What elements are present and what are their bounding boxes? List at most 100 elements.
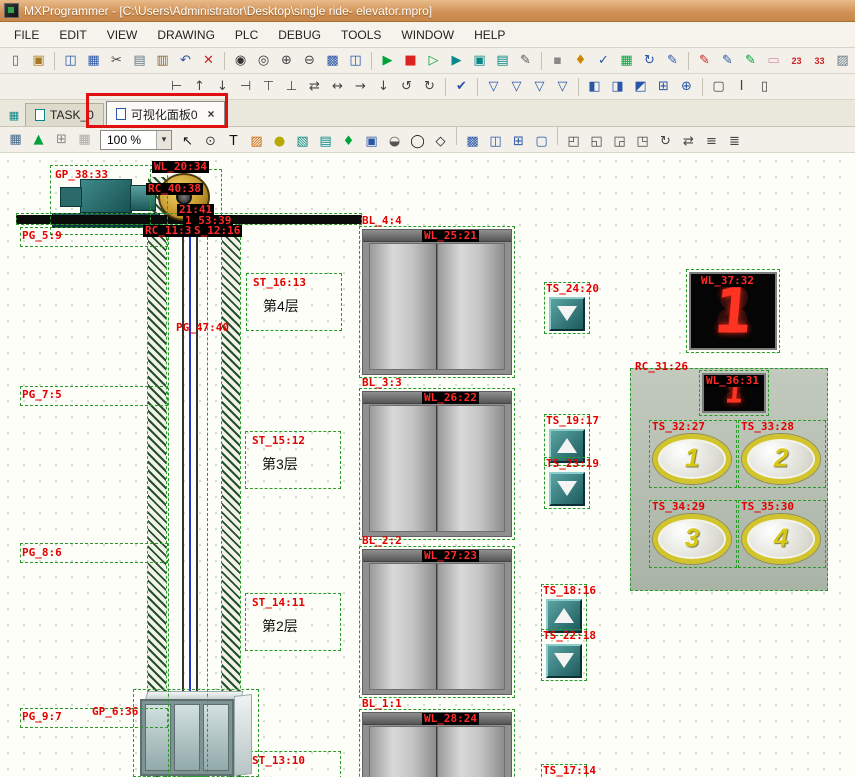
device-label[interactable]: TS_34:29 — [652, 501, 705, 513]
device-label[interactable]: TS_24:20 — [546, 283, 599, 295]
cube-part-icon[interactable]: ▧ — [292, 131, 313, 152]
zoom-out-icon[interactable]: ⊖ — [299, 50, 320, 71]
cursor-text-icon[interactable]: I — [731, 76, 752, 97]
align-left-icon[interactable]: ⊢ — [166, 76, 187, 97]
call-button-down[interactable] — [549, 472, 585, 506]
device-test-icon[interactable]: ✎ — [515, 50, 536, 71]
panel-list-icon[interactable]: ▦ — [5, 106, 23, 124]
grid-snap-icon[interactable]: ⊞ — [51, 129, 72, 150]
floor-button-1[interactable]: 1 — [653, 434, 731, 484]
device-label[interactable]: WL_20:34 — [152, 161, 209, 173]
ungroup-icon[interactable]: ◳ — [632, 131, 653, 152]
menu-item-debug[interactable]: DEBUG — [268, 23, 331, 47]
floor-button-4[interactable]: 4 — [742, 514, 820, 564]
crosshair-icon[interactable]: ⊕ — [676, 76, 697, 97]
device-label[interactable]: RC_31:26 — [635, 361, 688, 373]
size-objects-icon[interactable]: ≣ — [724, 131, 745, 152]
meter-part-icon[interactable]: ◒ — [384, 131, 405, 152]
device-label[interactable]: PG_7:5 — [22, 389, 62, 401]
brush-green-icon[interactable]: ✎ — [740, 50, 761, 71]
filter-3-icon[interactable]: ▽ — [529, 76, 550, 97]
window-split-3-icon[interactable]: ◩ — [630, 76, 651, 97]
pointer-icon[interactable]: ↖ — [177, 131, 198, 152]
switch-part-icon[interactable]: ▣ — [361, 131, 382, 152]
window-grid-icon[interactable]: ⊞ — [653, 76, 674, 97]
fill-tool-icon[interactable]: ▨ — [246, 131, 267, 152]
cascade-windows-icon[interactable]: ▩ — [322, 50, 343, 71]
grid-show-icon[interactable]: ▦ — [74, 129, 95, 150]
panel-close-icon[interactable]: ▢ — [531, 131, 552, 152]
window-split-1-icon[interactable]: ◧ — [584, 76, 605, 97]
device-label[interactable]: GP_6:36 — [92, 706, 138, 718]
device-label[interactable]: WL_36:31 — [704, 375, 761, 387]
save-all-icon[interactable]: ▦ — [83, 50, 104, 71]
align-top-icon[interactable]: ⊤ — [258, 76, 279, 97]
swap-horizontal-icon[interactable]: ⇄ — [304, 76, 325, 97]
floor-button-3[interactable]: 3 — [653, 514, 731, 564]
device-label[interactable]: TS_17:14 — [543, 765, 596, 777]
filter-4-icon[interactable]: ▽ — [552, 76, 573, 97]
order-back-icon[interactable]: ◱ — [586, 131, 607, 152]
panel-cascade-icon[interactable]: ▩ — [462, 131, 483, 152]
stop-icon[interactable]: ■ — [400, 50, 421, 71]
find-icon[interactable]: ◉ — [230, 50, 251, 71]
stack-part-icon[interactable]: ▤ — [315, 131, 336, 152]
polygon-tool-icon[interactable]: ◇ — [430, 131, 451, 152]
circle-tool-icon[interactable]: ◯ — [407, 131, 428, 152]
elevator-door-floor4[interactable]: BL_4:4 WL_25:21 — [361, 215, 515, 377]
device-label[interactable]: BL_1:1 — [362, 698, 402, 710]
device-label[interactable]: TS_18:16 — [543, 585, 596, 597]
options-icon[interactable]: ▨ — [832, 50, 853, 71]
car-floor-display[interactable]: 8 1 WL_36:31 — [699, 370, 769, 416]
device-label[interactable]: TS_32:27 — [652, 421, 705, 433]
filter-2-icon[interactable]: ▽ — [506, 76, 527, 97]
tab-close-button[interactable]: × — [208, 107, 215, 121]
nudge-up-icon[interactable]: ↑ — [189, 76, 210, 97]
device-label[interactable]: WL_25:21 — [422, 230, 479, 242]
eraser-icon[interactable]: ▭ — [763, 50, 784, 71]
device-label[interactable]: BL_4:4 — [362, 215, 402, 227]
menu-item-view[interactable]: VIEW — [97, 23, 148, 47]
monitor-stop-icon[interactable]: ▣ — [469, 50, 490, 71]
elevator-car-image[interactable] — [140, 691, 254, 777]
page-view-icon[interactable]: ▯ — [754, 76, 775, 97]
elevator-door-floor1[interactable]: BL_1:1 WL_28:24 — [361, 698, 515, 777]
pen-blue-icon[interactable]: ✎ — [717, 50, 738, 71]
window-split-2-icon[interactable]: ◨ — [607, 76, 628, 97]
open-project-icon[interactable]: ▣ — [28, 50, 49, 71]
align-bottom-icon[interactable]: ⊥ — [281, 76, 302, 97]
device-label[interactable]: ST_13:10 — [252, 755, 305, 767]
copy-icon[interactable]: ▤ — [129, 50, 150, 71]
zoom-level-select[interactable]: 100 % ▾ — [100, 130, 172, 150]
device-label[interactable]: WL_27:23 — [422, 550, 479, 562]
zoom-in-icon[interactable]: ⊕ — [276, 50, 297, 71]
rotate-right-icon[interactable]: ↻ — [419, 76, 440, 97]
paste-icon[interactable]: ▥ — [152, 50, 173, 71]
order-front-icon[interactable]: ◰ — [563, 131, 584, 152]
lamp-part-icon[interactable]: ● — [269, 131, 290, 152]
device-label[interactable]: TS_22:18 — [543, 630, 596, 642]
filter-1-icon[interactable]: ▽ — [483, 76, 504, 97]
rotate-object-icon[interactable]: ↻ — [655, 131, 676, 152]
monitor-write-icon[interactable]: ▤ — [492, 50, 513, 71]
tile-windows-icon[interactable]: ◫ — [345, 50, 366, 71]
car-operating-panel[interactable]: RC_31:26 8 1 WL_36:31 TS_32:271TS_33:282… — [630, 368, 828, 591]
device-label[interactable]: TS_23:19 — [546, 458, 599, 470]
device-label[interactable]: PG_8:6 — [22, 547, 62, 559]
delete-icon[interactable]: ✕ — [198, 50, 219, 71]
group-icon[interactable]: ◲ — [609, 131, 630, 152]
device-label[interactable]: WL_28:24 — [422, 713, 479, 725]
tab-task0[interactable]: TASK_0 — [25, 103, 104, 126]
elevator-door-floor3[interactable]: BL_3:3WL_26:22 — [361, 377, 515, 539]
floor-sign[interactable]: ST_14:11第2层 — [245, 593, 341, 651]
call-button-down[interactable] — [549, 297, 585, 331]
refresh-icon[interactable]: ↻ — [639, 50, 660, 71]
move-right-icon[interactable]: → — [350, 76, 371, 97]
device-label[interactable]: PG_9:7 — [22, 711, 62, 723]
device-label[interactable]: WL_26:22 — [422, 392, 479, 404]
data-check-icon[interactable]: ✔ — [451, 76, 472, 97]
device-comment-3-icon[interactable]: 33 — [809, 50, 830, 71]
hall-floor-display[interactable]: 8 1 WL_37:32 — [686, 269, 780, 353]
device-label[interactable]: RC_40:38 — [146, 183, 203, 195]
call-button-down[interactable] — [546, 644, 582, 678]
